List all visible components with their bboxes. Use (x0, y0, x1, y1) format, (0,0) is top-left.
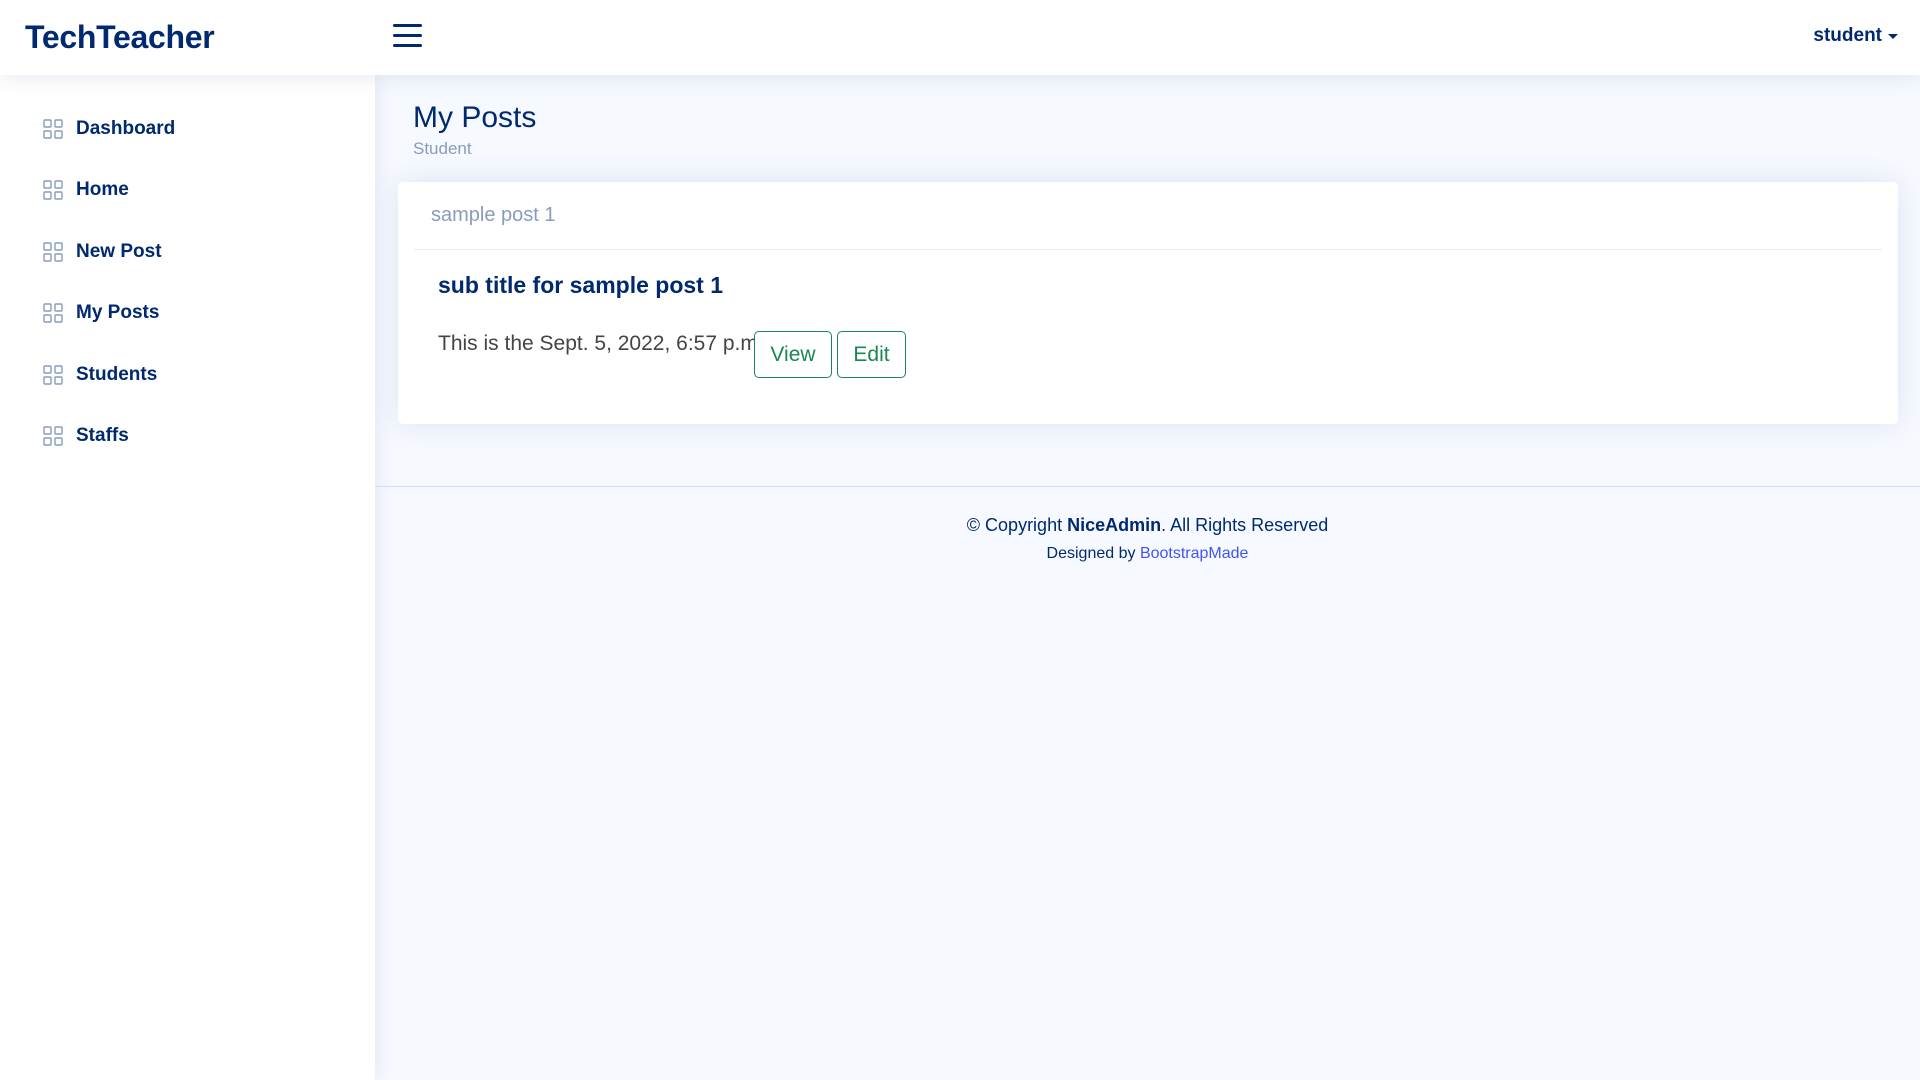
grid-icon (43, 180, 63, 201)
sidebar-item-new-post[interactable]: New Post (0, 235, 375, 269)
post-card-header: sample post 1 (431, 204, 556, 226)
credits-text: Designed by BootstrapMade (375, 545, 1920, 563)
caret-down-icon (1888, 33, 1898, 39)
footer: © Copyright NiceAdmin. All Rights Reserv… (375, 486, 1920, 563)
sidebar-item-home[interactable]: Home (0, 173, 375, 207)
sidebar: Dashboard Home New Post My Posts Student… (0, 75, 375, 1080)
logo[interactable]: TechTeacher (25, 18, 215, 56)
sidebar-item-label: Staffs (76, 424, 129, 446)
sidebar-item-my-posts[interactable]: My Posts (0, 296, 375, 330)
sidebar-item-label: My Posts (76, 302, 160, 324)
post-card-text: This is the Sept. 5, 2022, 6:57 p.m. (438, 332, 764, 355)
copyright-suffix: . All Rights Reserved (1161, 515, 1329, 535)
grid-icon (43, 119, 63, 139)
sidebar-item-label: New Post (76, 240, 162, 262)
grid-icon (43, 303, 63, 323)
user-name: student (1813, 25, 1882, 46)
view-button[interactable]: View (754, 331, 832, 378)
edit-button[interactable]: Edit (837, 331, 906, 378)
post-card: sample post 1 sub title for sample post … (398, 182, 1898, 424)
sidebar-item-label: Students (76, 363, 158, 385)
designer-link[interactable]: BootstrapMade (1140, 545, 1249, 562)
hamburger-bar (393, 34, 422, 37)
copyright-prefix: © Copyright (966, 515, 1063, 535)
post-card-title: sub title for sample post 1 (438, 272, 723, 298)
brand-name: NiceAdmin (1067, 515, 1162, 535)
sidebar-toggle-button[interactable] (393, 24, 422, 50)
breadcrumb[interactable]: Student (413, 139, 472, 159)
hamburger-bar (393, 44, 422, 47)
top-header: TechTeacher student (0, 0, 1920, 75)
designed-by-label: Designed by (1046, 545, 1136, 562)
main-content: My Posts Student sample post 1 sub title… (375, 75, 1920, 1080)
user-menu-dropdown[interactable]: student (1813, 25, 1898, 47)
grid-icon (43, 364, 63, 385)
sidebar-item-staffs[interactable]: Staffs (0, 419, 375, 453)
sidebar-item-label: Home (76, 179, 129, 201)
grid-icon (43, 242, 63, 262)
card-divider (414, 249, 1882, 250)
sidebar-item-dashboard[interactable]: Dashboard (0, 112, 375, 146)
copyright-text: © Copyright NiceAdmin. All Rights Reserv… (375, 515, 1920, 536)
sidebar-item-label: Dashboard (76, 118, 176, 139)
sidebar-item-students[interactable]: Students (0, 358, 375, 392)
grid-icon (43, 426, 63, 446)
hamburger-icon (393, 24, 422, 27)
page-title: My Posts (413, 101, 537, 134)
